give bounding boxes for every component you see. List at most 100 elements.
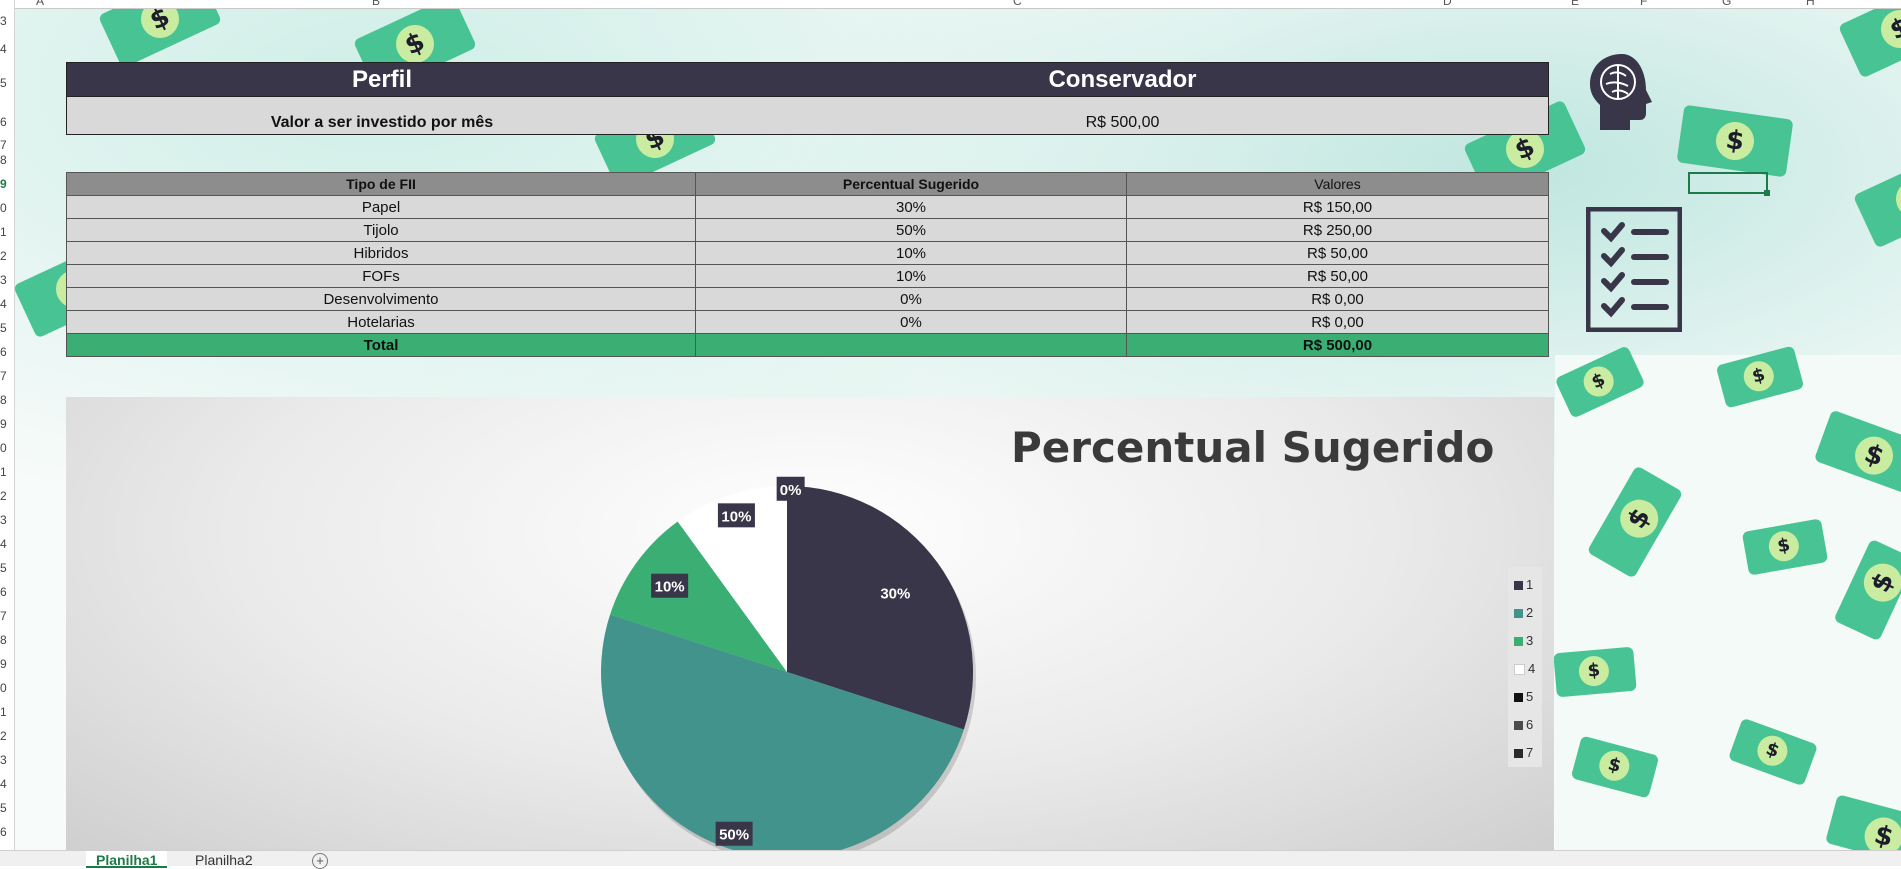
row-number[interactable]: 3 [0, 14, 14, 28]
legend-item-1[interactable]: 1 [1514, 577, 1533, 593]
dollar-bill-icon: $ [1837, 0, 1901, 79]
row-number[interactable]: 9 [0, 417, 14, 431]
row-number[interactable]: 1 [0, 225, 14, 239]
table-row: FOFs 10% R$ 50,00 [66, 264, 1549, 288]
fii-percent-cell[interactable]: 50% [695, 218, 1127, 242]
dollar-bill-icon: $ [1727, 717, 1819, 787]
investment-label-cell[interactable]: Valor a ser investido por mês [67, 97, 698, 135]
brain-head-icon[interactable] [1588, 52, 1656, 132]
row-number[interactable]: 6 [0, 585, 14, 599]
column-letter[interactable]: E [1571, 0, 1579, 8]
row-number[interactable]: 5 [0, 801, 14, 815]
investment-row: Valor a ser investido por mês R$ 500,00 [66, 96, 1549, 135]
legend-item-7[interactable]: 7 [1514, 745, 1533, 761]
fii-type-cell[interactable]: Tijolo [66, 218, 696, 242]
fii-percent-cell[interactable]: 0% [695, 310, 1127, 334]
table-row: Hotelarias 0% R$ 0,00 [66, 310, 1549, 334]
legend-item-4[interactable]: 4 [1514, 661, 1535, 677]
row-number[interactable]: 0 [0, 441, 14, 455]
fii-type-cell[interactable]: Hibridos [66, 241, 696, 265]
row-number[interactable]: 3 [0, 273, 14, 287]
row-number[interactable]: 0 [0, 201, 14, 215]
total-value-cell[interactable]: R$ 500,00 [1126, 333, 1549, 357]
row-number[interactable]: 2 [0, 489, 14, 503]
fii-value-cell[interactable]: R$ 50,00 [1126, 264, 1549, 288]
fii-type-cell[interactable]: FOFs [66, 264, 696, 288]
row-number[interactable]: 2 [0, 729, 14, 743]
row-number[interactable]: 8 [0, 633, 14, 647]
total-percent-cell[interactable] [695, 333, 1127, 357]
tab-planilha2[interactable]: Planilha2 [185, 851, 263, 866]
chart-legend[interactable]: 1 2 3 4 5 6 7 [1508, 567, 1542, 767]
fii-header-cell[interactable]: Tipo de FII [66, 172, 696, 196]
profile-value-cell[interactable]: Conservador [697, 63, 1549, 97]
fii-type-cell[interactable]: Papel [66, 195, 696, 219]
pie-chart[interactable]: Percentual Sugerido 30% 50% 10% 10% 0% 12345… [66, 397, 1554, 850]
fii-header-cell[interactable]: Valores [1126, 172, 1549, 196]
fill-handle[interactable] [1764, 190, 1770, 196]
fii-header-cell[interactable]: Percentual Sugerido [695, 172, 1127, 196]
row-number[interactable]: 4 [0, 777, 14, 791]
svg-text:0%: 0% [780, 482, 802, 499]
fii-percent-cell[interactable]: 30% [695, 195, 1127, 219]
fii-value-cell[interactable]: R$ 250,00 [1126, 218, 1549, 242]
legend-item-3[interactable]: 3 [1514, 633, 1533, 649]
row-number[interactable]: 8 [0, 393, 14, 407]
row-number[interactable]: 4 [0, 297, 14, 311]
svg-text:10%: 10% [655, 579, 685, 596]
row-number[interactable]: 5 [0, 76, 14, 90]
legend-swatch [1514, 664, 1525, 676]
profile-label-cell[interactable]: Perfil [67, 63, 698, 97]
column-letter[interactable]: C [1013, 0, 1022, 8]
row-number[interactable]: 6 [0, 825, 14, 839]
dollar-bill-icon: $ [1833, 538, 1901, 642]
dollar-bill-icon: $ [1586, 465, 1684, 579]
row-number[interactable]: 7 [0, 609, 14, 623]
fii-value-cell[interactable]: R$ 0,00 [1126, 310, 1549, 334]
investment-value-cell[interactable]: R$ 500,00 [697, 97, 1549, 135]
row-number[interactable]: 3 [0, 753, 14, 767]
row-number[interactable]: 5 [0, 561, 14, 575]
legend-swatch [1514, 581, 1523, 591]
row-number[interactable]: 4 [0, 537, 14, 551]
fii-value-cell[interactable]: R$ 0,00 [1126, 287, 1549, 311]
row-number[interactable]: 3 [0, 513, 14, 527]
row-number[interactable]: 1 [0, 465, 14, 479]
row-number[interactable]: 9 [0, 657, 14, 671]
data-label: 50% [715, 821, 753, 846]
column-letter[interactable]: H [1806, 0, 1815, 8]
column-letter[interactable]: A [36, 0, 44, 8]
legend-item-5[interactable]: 5 [1514, 689, 1533, 705]
fii-percent-cell[interactable]: 10% [695, 264, 1127, 288]
row-number[interactable]: 6 [0, 345, 14, 359]
row-number[interactable]: 6 [0, 115, 14, 129]
row-number[interactable]: 8 [0, 153, 14, 167]
checklist-icon[interactable] [1586, 207, 1682, 332]
row-number[interactable]: 5 [0, 321, 14, 335]
row-number[interactable]: 9 [0, 177, 14, 191]
column-letter[interactable]: F [1640, 0, 1647, 8]
add-sheet-icon[interactable]: + [312, 853, 328, 869]
row-number[interactable]: 7 [0, 369, 14, 383]
row-number[interactable]: 1 [0, 705, 14, 719]
dollar-bill-icon: $ [1553, 646, 1637, 698]
fii-value-cell[interactable]: R$ 50,00 [1126, 241, 1549, 265]
tab-planilha1[interactable]: Planilha1 [86, 851, 168, 868]
fii-type-cell[interactable]: Desenvolvimento [66, 287, 696, 311]
fii-percent-cell[interactable]: 0% [695, 287, 1127, 311]
fii-value-cell[interactable]: R$ 150,00 [1126, 195, 1549, 219]
fii-percent-cell[interactable]: 10% [695, 241, 1127, 265]
row-number[interactable]: 0 [0, 681, 14, 695]
column-letter[interactable]: D [1443, 0, 1452, 8]
fii-type-cell[interactable]: Hotelarias [66, 310, 696, 334]
column-letter[interactable]: B [372, 0, 380, 8]
legend-item-2[interactable]: 2 [1514, 605, 1533, 621]
selected-cell[interactable] [1688, 172, 1770, 196]
legend-item-6[interactable]: 6 [1514, 717, 1533, 733]
row-number[interactable]: 2 [0, 249, 14, 263]
table-row: Tijolo 50% R$ 250,00 [66, 218, 1549, 242]
row-number[interactable]: 7 [0, 138, 14, 152]
total-label-cell[interactable]: Total [66, 333, 696, 357]
row-number[interactable]: 4 [0, 42, 14, 56]
column-letter[interactable]: G [1722, 0, 1731, 8]
